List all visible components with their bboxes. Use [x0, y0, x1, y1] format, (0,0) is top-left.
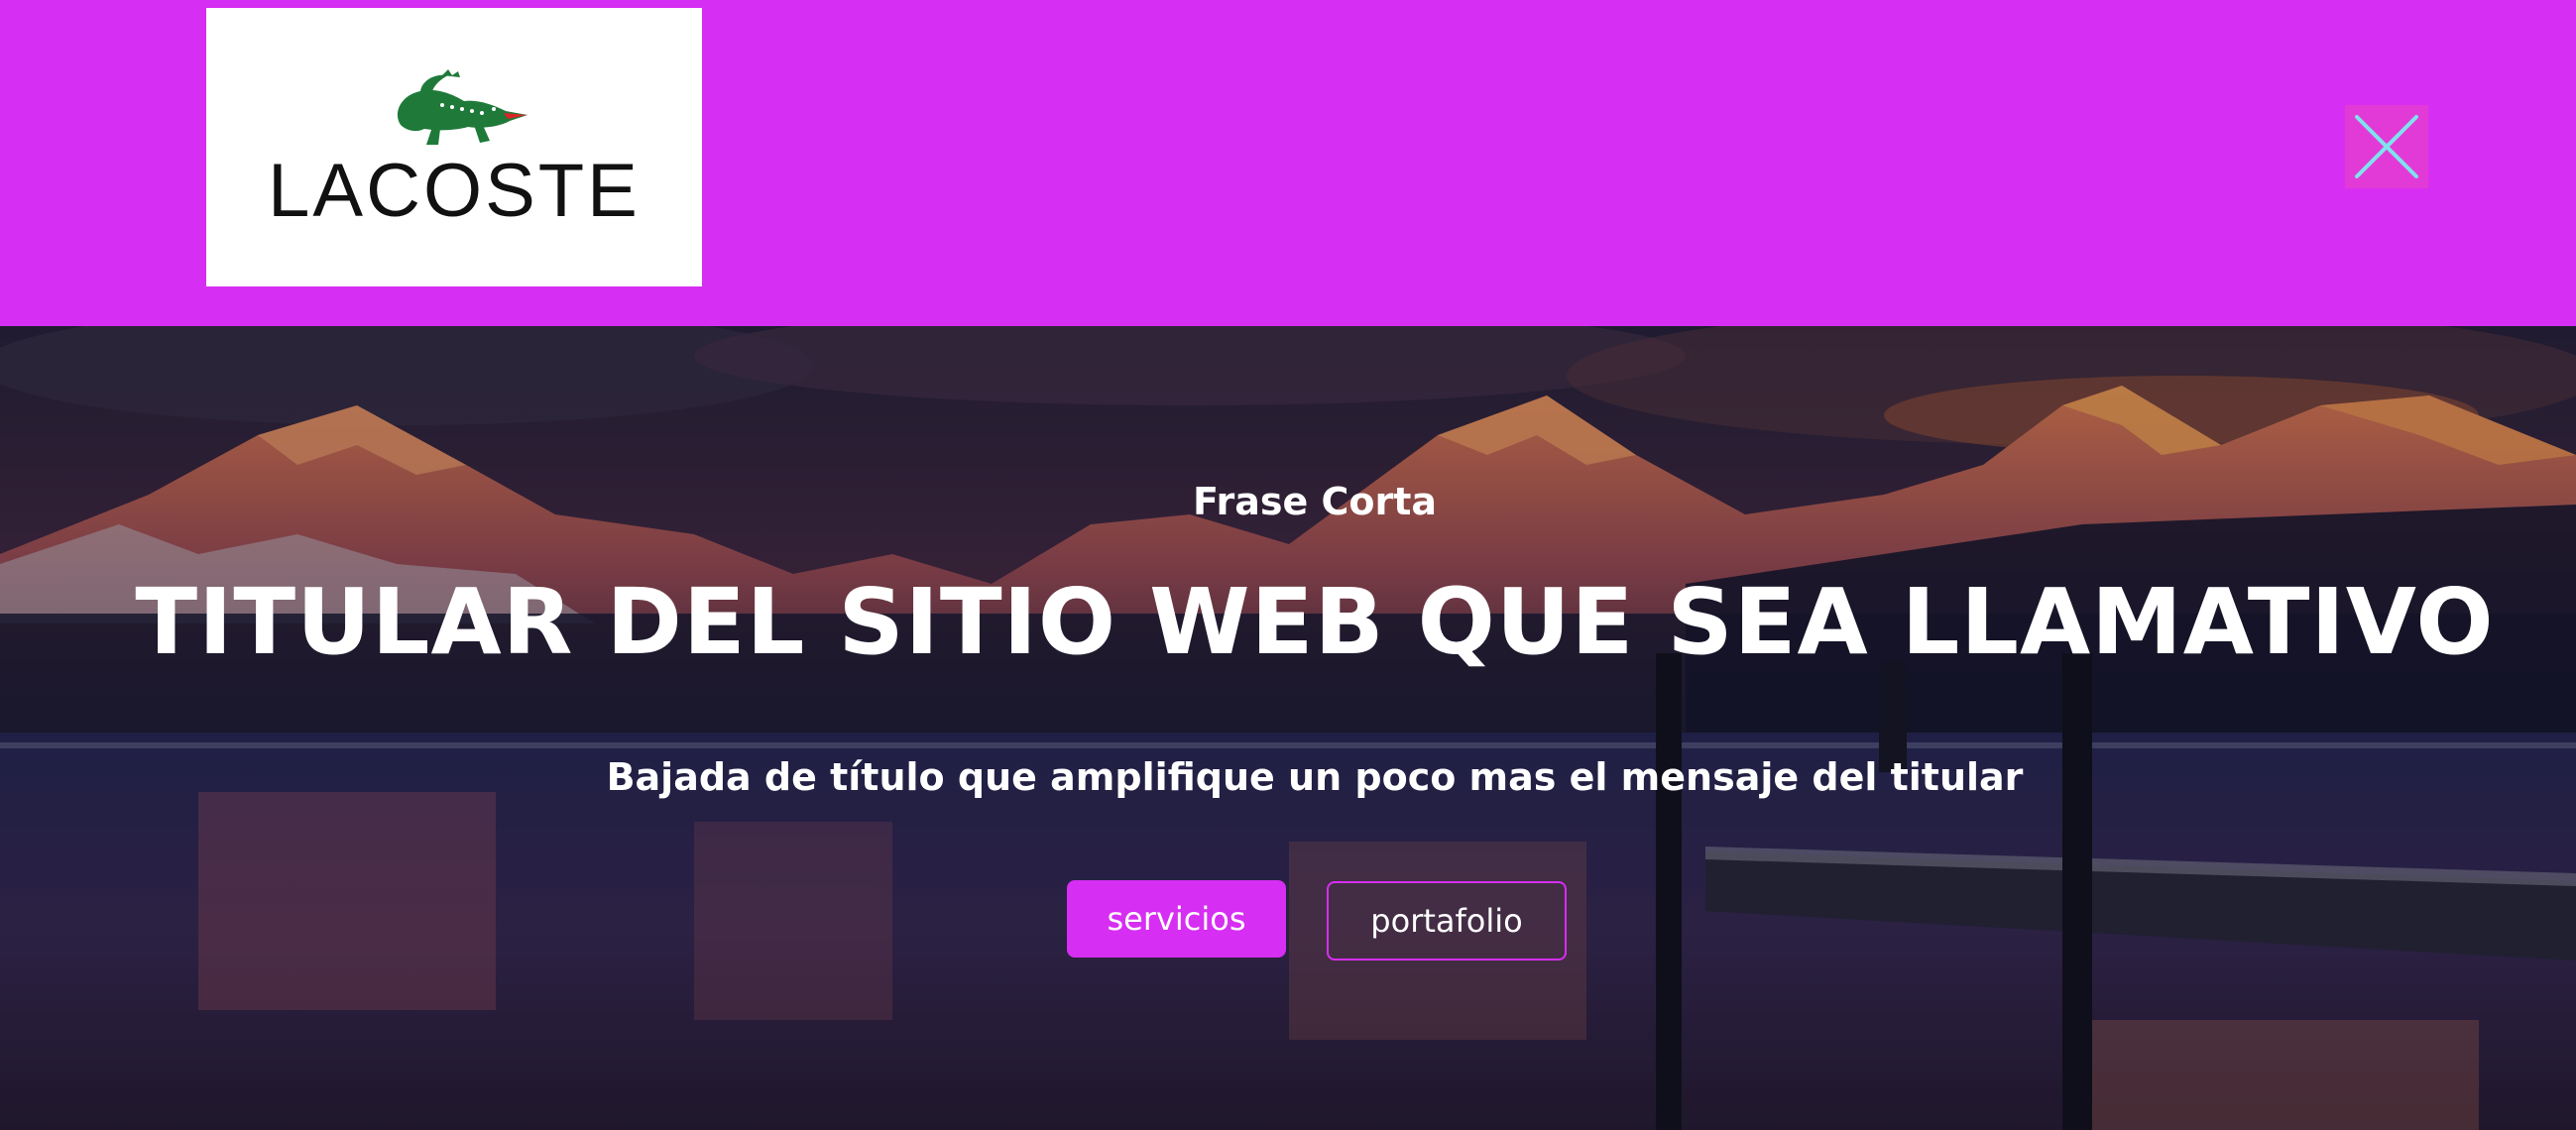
- page: LACOSTE Frase Corta TITULAR DEL SITIO WE…: [0, 0, 2576, 1130]
- close-menu-button[interactable]: [2345, 105, 2428, 188]
- hero-headline: TITULAR DEL SITIO WEB QUE SEA LLAMATIVO: [135, 569, 2495, 675]
- close-icon: [2355, 115, 2418, 178]
- hero-background-image: [0, 326, 2576, 1130]
- services-button[interactable]: servicios: [1067, 880, 1286, 958]
- portfolio-button[interactable]: portafolio: [1327, 881, 1567, 960]
- hero-section: Frase Corta TITULAR DEL SITIO WEB QUE SE…: [0, 326, 2576, 1130]
- brand-logo[interactable]: LACOSTE: [206, 8, 702, 286]
- brand-name: LACOSTE: [268, 149, 641, 233]
- hero-eyebrow: Frase Corta: [1192, 480, 1438, 523]
- site-header: LACOSTE: [0, 0, 2576, 326]
- hero-subheadline: Bajada de título que amplifique un poco …: [606, 755, 2024, 799]
